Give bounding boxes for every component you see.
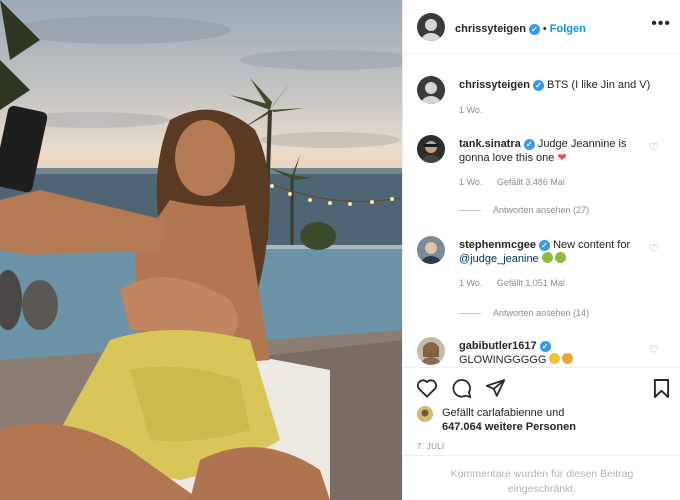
bookmark-icon[interactable] (653, 378, 670, 399)
comment-likes[interactable]: Gefällt 3.486 Mal (497, 177, 565, 187)
comments-restricted-notice: Kommentare wurden für diesen Beitrag ein… (403, 455, 680, 500)
comment-text-line: stephenmcgee ✓ New content for @judge_jea… (459, 238, 639, 266)
liker-avatar[interactable] (417, 406, 433, 422)
view-replies-button[interactable]: Antworten ansehen (14) (459, 308, 589, 318)
follow-button[interactable]: Folgen (550, 23, 586, 35)
selfie-scene-illustration (0, 0, 402, 500)
view-replies-label: Antworten ansehen (14) (493, 308, 590, 318)
action-bar (403, 367, 680, 407)
likes-line-1: Gefällt carlafabienne und (442, 407, 565, 419)
comment-avatar[interactable] (417, 337, 445, 365)
comment-avatar[interactable] (417, 135, 445, 163)
comment-username[interactable]: gabibutler1617 (459, 340, 537, 352)
verified-badge-icon: ✓ (539, 240, 551, 251)
post-header: chrissyteigen ✓ • Folgen ••• (403, 0, 680, 54)
caption-text: BTS (I like Jin and V) (546, 79, 651, 91)
author-avatar[interactable] (417, 13, 445, 41)
comment-meta: 1 Wo. Gefällt 3.486 Mal (459, 177, 577, 187)
caption-text-line: chrissyteigen ✓ BTS (I like Jin and V) (459, 78, 659, 92)
caption-avatar[interactable] (417, 76, 445, 104)
replies-divider (459, 210, 481, 212)
likes-summary[interactable]: Gefällt carlafabienne und 647.064 weiter… (403, 405, 680, 437)
comment-likes[interactable]: Gefällt 1.051 Mal (497, 278, 565, 288)
comment-time[interactable]: 1 Wo. (459, 177, 482, 187)
avocado-emoji-icon (554, 252, 566, 263)
raised-hands-emoji-icon (562, 353, 574, 364)
view-replies-label: Antworten ansehen (27) (493, 205, 590, 215)
comment-text: New content for (553, 239, 631, 251)
comment-text: GLOWINGGGGG (459, 354, 547, 366)
red-heart-emoji-icon: ❤ (557, 152, 567, 164)
comment-avatar[interactable] (417, 236, 445, 264)
avocado-emoji-icon (541, 252, 553, 263)
comment-username[interactable]: tank.sinatra (459, 138, 521, 150)
post-side-panel: chrissyteigen ✓ • Folgen ••• chrissyteigen ✓… (402, 0, 680, 500)
more-options-icon[interactable]: ••• (651, 16, 671, 32)
header-line: chrissyteigen ✓ • Folgen (455, 19, 586, 37)
separator-dot: • (542, 23, 547, 35)
verified-badge-icon: ✓ (532, 80, 544, 91)
view-replies-button[interactable]: Antworten ansehen (27) (459, 205, 589, 215)
comments-restricted-text: Kommentare wurden für diesen Beitrag ein… (450, 468, 634, 495)
post-date[interactable]: 7. JULI (417, 442, 444, 451)
comment-like-heart-icon[interactable]: ♡ (649, 141, 659, 154)
comment-icon[interactable] (451, 378, 472, 399)
caption-time[interactable]: 1 Wo. (459, 105, 482, 115)
comment-meta: 1 Wo. Gefällt 1.051 Mal (459, 278, 577, 288)
share-icon[interactable] (485, 378, 506, 398)
replies-divider (459, 313, 481, 315)
comment-like-heart-icon[interactable]: ♡ (649, 242, 659, 255)
comment-username[interactable]: stephenmcgee (459, 239, 536, 251)
heart-eyes-emoji-icon (549, 353, 561, 364)
comment-text-line: tank.sinatra ✓ Judge Jeannine is gonna lo… (459, 137, 639, 165)
verified-badge-icon: ✓ (523, 139, 535, 150)
author-username[interactable]: chrissyteigen (455, 23, 526, 35)
heart-icon[interactable] (416, 378, 438, 398)
verified-badge-icon: ✓ (528, 24, 540, 35)
likes-line-2[interactable]: 647.064 weitere Personen (442, 421, 576, 433)
comment-time[interactable]: 1 Wo. (459, 278, 482, 288)
comments-list[interactable]: chrissyteigen ✓ BTS (I like Jin and V) 1 … (403, 55, 680, 367)
post-photo[interactable] (0, 0, 402, 500)
mention-link[interactable]: @judge_jeanine (459, 253, 539, 265)
caption-meta: 1 Wo. (459, 105, 494, 115)
comment-like-heart-icon[interactable]: ♡ (649, 343, 659, 356)
comment-text-line: gabibutler1617 ✓ GLOWINGGGGG (459, 339, 639, 367)
caption-username[interactable]: chrissyteigen (459, 79, 530, 91)
verified-badge-icon: ✓ (539, 341, 551, 352)
